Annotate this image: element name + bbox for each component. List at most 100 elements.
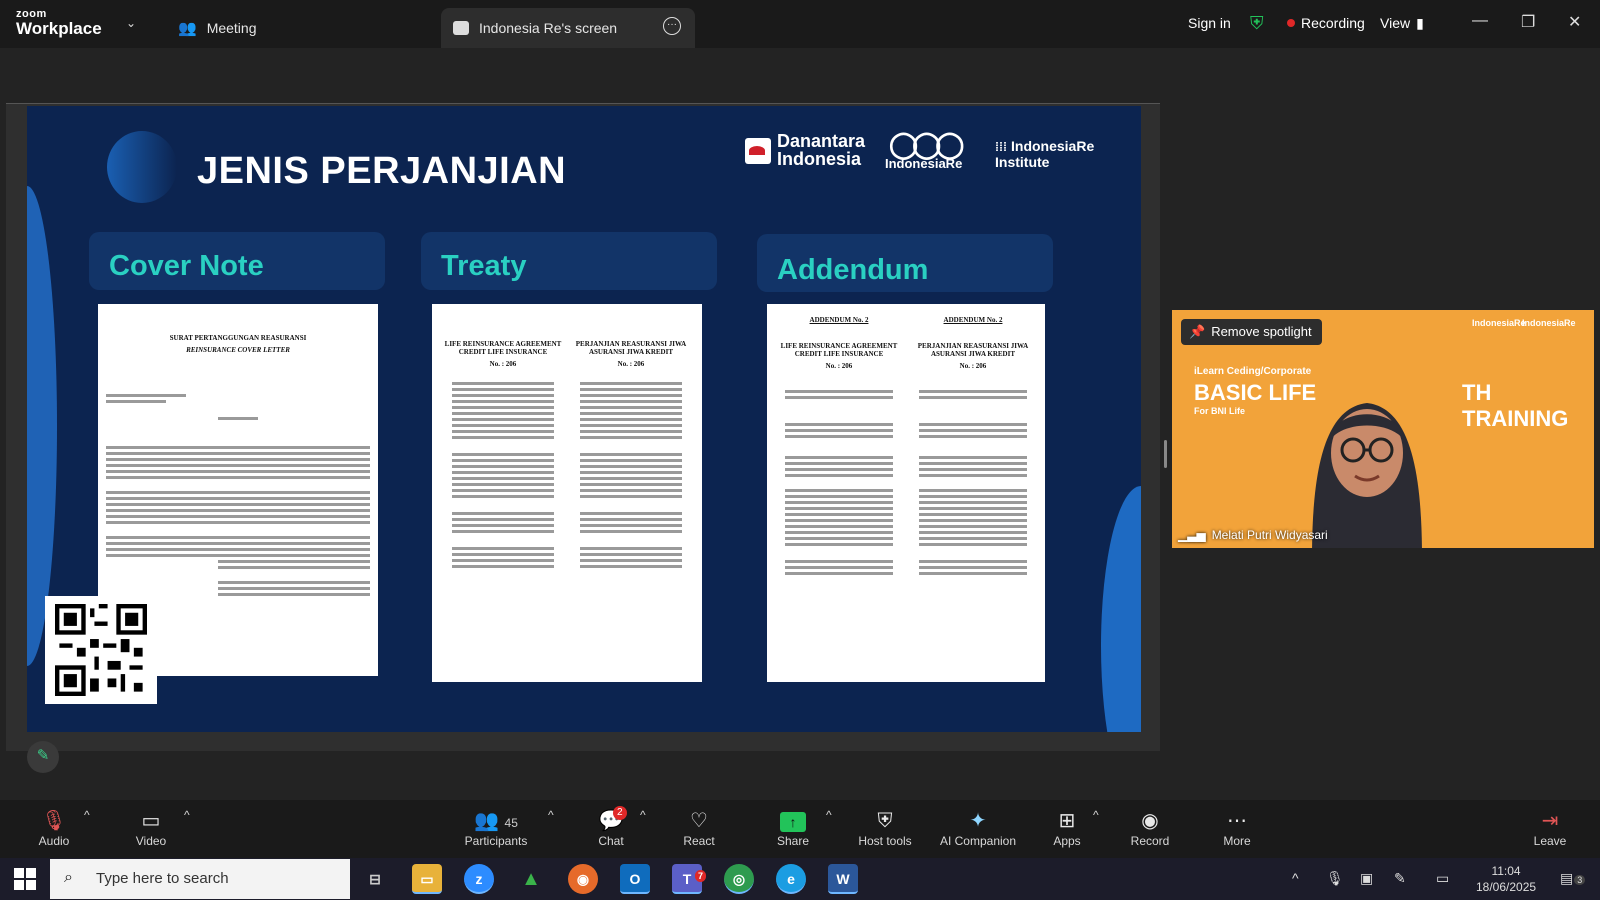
participants-label: Participants bbox=[464, 834, 528, 848]
meeting-toolbar: 🎙 Audio ^ ▭ Video ^ 👥 45 Participants ^ … bbox=[0, 800, 1600, 858]
danantara-line1: Danantara bbox=[777, 131, 866, 151]
participants-button[interactable]: 👥 45 Participants bbox=[460, 808, 532, 848]
signal-bars-icon: ▁▃▅ bbox=[1178, 528, 1206, 542]
taskbar-search[interactable]: ⌕ Type here to search bbox=[50, 859, 350, 899]
institute-logo: ⁞⁞⁞ IndonesiaRe Institute bbox=[995, 138, 1141, 170]
video-banner-big2: TH TRAINING bbox=[1462, 380, 1569, 431]
meet-now-icon[interactable]: ▣ bbox=[1360, 870, 1373, 887]
camera-icon: ▭ bbox=[141, 810, 161, 832]
firefox-icon[interactable]: ◉ bbox=[568, 864, 598, 894]
display-tray-icon[interactable]: ▭ bbox=[1436, 870, 1449, 887]
participants-options-caret[interactable]: ^ bbox=[548, 808, 554, 822]
more-options-icon[interactable]: ··· bbox=[663, 17, 681, 35]
remove-spotlight-button[interactable]: 📌 Remove spotlight bbox=[1181, 319, 1322, 345]
shield-check-icon[interactable]: ⛨ bbox=[1250, 0, 1264, 46]
indonesiare-label: IndonesiaRe bbox=[885, 156, 963, 171]
panel-resize-handle[interactable] bbox=[1164, 440, 1167, 468]
share-label: Share bbox=[776, 834, 810, 848]
participant-name: Melati Putri Widyasari bbox=[1211, 528, 1328, 542]
chat-badge: 2 bbox=[613, 806, 627, 820]
mic-tray-icon[interactable]: 🎙 bbox=[1326, 870, 1344, 887]
os-taskbar: ⌕ Type here to search ⊟ ▭ z ▲ ◉ O T7 ◎ e… bbox=[0, 858, 1600, 900]
card-label: Addendum bbox=[777, 254, 929, 286]
addendum-right-no: No. : 206 bbox=[959, 362, 987, 370]
task-view-icon[interactable]: ⊟ bbox=[360, 864, 390, 894]
addendum-right-title: PERJANJIAN REASURANSI JIWA ASURANSI JIWA… bbox=[917, 342, 1029, 358]
more-label: More bbox=[1223, 834, 1251, 848]
participants-icon: 👥 45 bbox=[474, 810, 518, 832]
remove-spotlight-label: Remove spotlight bbox=[1211, 324, 1312, 339]
leave-label: Leave bbox=[1533, 834, 1567, 848]
tab-shared-screen[interactable]: Indonesia Re's screen ··· bbox=[441, 8, 695, 48]
recording-indicator[interactable]: Recording bbox=[1287, 0, 1365, 46]
participant-video-icon bbox=[1312, 403, 1422, 548]
minimize-icon[interactable]: — bbox=[1472, 12, 1488, 30]
clock[interactable]: 11:04 18/06/2025 bbox=[1476, 863, 1536, 895]
outlook-icon[interactable]: O bbox=[620, 864, 650, 894]
mic-muted-icon: 🎙 bbox=[41, 810, 67, 832]
card-addendum: Addendum bbox=[757, 234, 1053, 292]
react-button[interactable]: ♡ React bbox=[680, 808, 718, 848]
tray-overflow-icon[interactable]: ^ bbox=[1292, 870, 1299, 886]
screen-share-icon bbox=[453, 21, 469, 35]
chat-options-caret[interactable]: ^ bbox=[640, 808, 646, 822]
restore-icon[interactable]: ❐ bbox=[1521, 12, 1535, 32]
decor-circle bbox=[107, 131, 177, 203]
decor-swoosh-right bbox=[1101, 486, 1141, 732]
tab-screen-label: Indonesia Re's screen bbox=[479, 20, 618, 36]
host-tools-button[interactable]: ⛨ Host tools bbox=[851, 808, 919, 848]
more-dots-icon: ⋯ bbox=[1227, 810, 1247, 832]
search-placeholder: Type here to search bbox=[96, 870, 229, 887]
sign-in-button[interactable]: Sign in bbox=[1188, 0, 1231, 46]
apps-label: Apps bbox=[1053, 834, 1081, 848]
apps-options-caret[interactable]: ^ bbox=[1093, 808, 1099, 822]
share-options-caret[interactable]: ^ bbox=[826, 808, 832, 822]
video-tile[interactable]: IndonesiaRe IndonesiaRe iLearn Ceding/Co… bbox=[1172, 310, 1594, 548]
google-drive-icon[interactable]: ▲ bbox=[516, 864, 546, 894]
sign-in-label: Sign in bbox=[1188, 15, 1231, 31]
notification-icon[interactable]: ▤ 3 bbox=[1560, 870, 1586, 887]
heart-icon: ♡ bbox=[690, 810, 708, 832]
teams-icon[interactable]: T7 bbox=[672, 864, 706, 894]
recording-label: Recording bbox=[1301, 15, 1365, 31]
pen-tray-icon[interactable]: ✎ bbox=[1394, 870, 1406, 887]
qr-code bbox=[45, 596, 157, 704]
chevron-down-icon[interactable]: ⌄ bbox=[126, 16, 136, 30]
clock-time: 11:04 bbox=[1491, 864, 1521, 878]
edge-icon[interactable]: e bbox=[776, 864, 806, 894]
more-button[interactable]: ⋯ More bbox=[1219, 808, 1255, 848]
share-arrow-icon: ↑ bbox=[780, 812, 806, 832]
apps-button[interactable]: ⊞ Apps bbox=[1050, 808, 1084, 848]
annotate-pen-icon[interactable]: ✎ bbox=[27, 741, 59, 773]
addendum-left-head: ADDENDUM No. 2 bbox=[809, 316, 869, 324]
video-button[interactable]: ▭ Video bbox=[131, 808, 171, 848]
video-options-caret[interactable]: ^ bbox=[184, 808, 190, 822]
video-logo-a: IndonesiaRe bbox=[1472, 318, 1526, 328]
zoom-logo: zoom Workplace bbox=[16, 9, 102, 38]
audio-options-caret[interactable]: ^ bbox=[84, 808, 90, 822]
tab-meeting[interactable]: 👥 Meeting bbox=[178, 8, 257, 48]
danantara-mark-icon bbox=[745, 138, 771, 164]
zoom-app-icon[interactable]: z bbox=[464, 864, 494, 894]
video-logo-b: IndonesiaRe bbox=[1522, 318, 1576, 328]
record-button[interactable]: ◉ Record bbox=[1128, 808, 1172, 848]
view-button[interactable]: View ▮ bbox=[1380, 0, 1424, 46]
title-bar: zoom Workplace ⌄ 👥 Meeting Indonesia Re'… bbox=[0, 0, 1600, 48]
word-icon[interactable]: W bbox=[828, 864, 858, 894]
file-explorer-icon[interactable]: ▭ bbox=[412, 864, 442, 894]
close-icon[interactable]: ✕ bbox=[1568, 12, 1581, 32]
decor-swoosh-left bbox=[27, 186, 57, 666]
meeting-icon: 👥 bbox=[178, 20, 197, 37]
leave-button[interactable]: ⇥ Leave bbox=[1530, 808, 1570, 848]
treaty-left-no: No. : 206 bbox=[489, 360, 517, 368]
audio-button[interactable]: 🎙 Audio bbox=[36, 808, 72, 848]
addendum-left-title: LIFE REINSURANCE AGREEMENT CREDIT LIFE I… bbox=[780, 342, 898, 358]
chat-button[interactable]: 💬 2 Chat bbox=[593, 806, 629, 848]
windows-start-icon[interactable] bbox=[14, 868, 36, 890]
card-label: Treaty bbox=[441, 250, 527, 282]
chrome-icon[interactable]: ◎ bbox=[724, 864, 754, 894]
qr-code-icon bbox=[55, 604, 147, 696]
share-button[interactable]: ↑ Share bbox=[775, 808, 811, 848]
indonesiare-rings-icon: ◯◯◯ bbox=[889, 129, 964, 159]
ai-companion-button[interactable]: ✦ AI Companion bbox=[936, 808, 1020, 848]
